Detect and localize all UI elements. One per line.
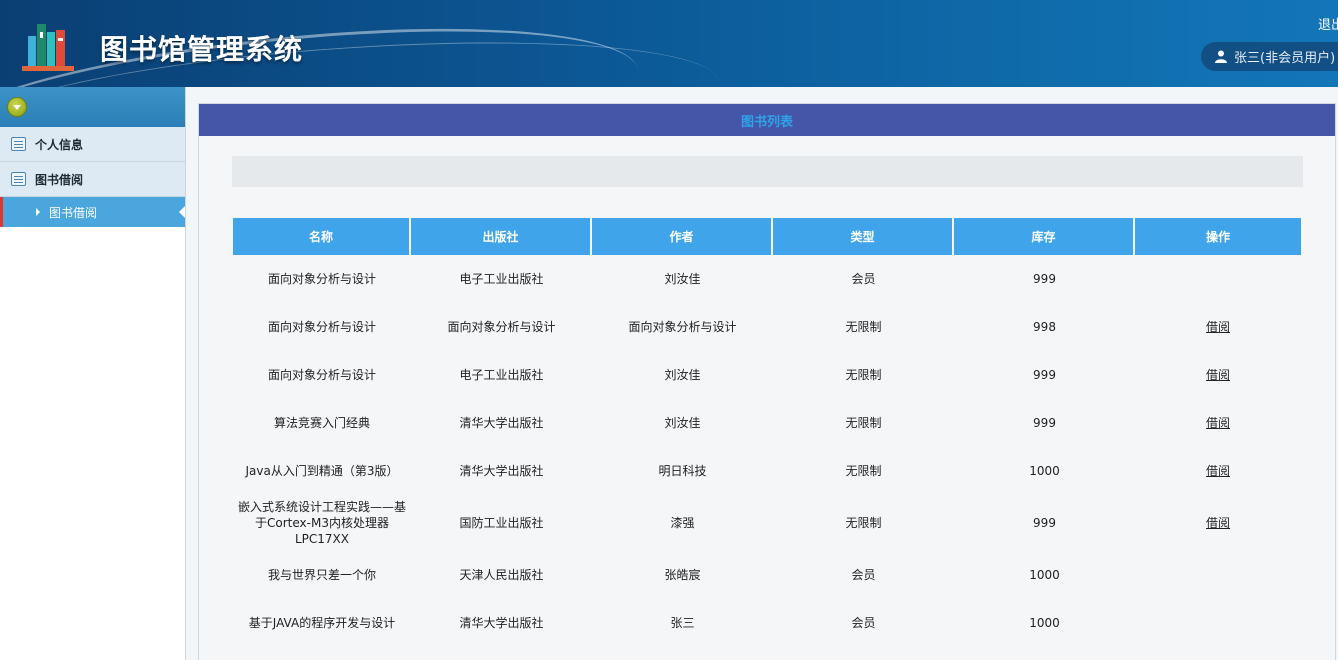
cell-action: 借阅 bbox=[1135, 303, 1301, 351]
caret-right-icon bbox=[36, 208, 40, 216]
cell-name: 面向对象分析与设计 bbox=[267, 320, 376, 334]
cell-action: 借阅 bbox=[1135, 447, 1301, 495]
sidebar-item-book-borrow[interactable]: 图书借阅 bbox=[0, 162, 185, 197]
cell-type: 无限制 bbox=[845, 320, 882, 334]
table-row: 我与世界只差一个你 天津人民出版社 张皓宸 会员 1000 bbox=[233, 551, 1301, 599]
books-logo-icon bbox=[22, 24, 74, 71]
column-header-action: 操作 bbox=[1135, 218, 1301, 255]
table-row: 面向对象分析与设计 电子工业出版社 刘汝佳 会员 999 bbox=[233, 255, 1301, 303]
table-row: 面向对象分析与设计 电子工业出版社 刘汝佳 无限制 999 借阅 bbox=[233, 351, 1301, 399]
borrow-link[interactable]: 借阅 bbox=[1206, 516, 1230, 530]
cell-action: 借阅 bbox=[1135, 495, 1301, 551]
cell-name: Java从入门到精通（第3版） bbox=[245, 464, 399, 478]
column-header-stock: 库存 bbox=[954, 218, 1135, 255]
sidebar-item-label: 图书借阅 bbox=[35, 172, 84, 187]
sidebar-item-personal-info[interactable]: 个人信息 bbox=[0, 127, 185, 162]
list-icon bbox=[11, 172, 26, 186]
app-header: 图书馆管理系统 退出 张三(非会员用户) bbox=[0, 0, 1338, 87]
sidebar-item-label: 个人信息 bbox=[35, 137, 84, 152]
borrow-link[interactable]: 借阅 bbox=[1206, 320, 1230, 334]
current-user-badge[interactable]: 张三(非会员用户) bbox=[1201, 42, 1338, 71]
cell-name: 面向对象分析与设计 bbox=[267, 368, 376, 382]
search-bar[interactable] bbox=[232, 156, 1303, 187]
cell-type: 会员 bbox=[851, 616, 876, 630]
chevron-down-icon[interactable] bbox=[7, 97, 27, 117]
cell-action bbox=[1135, 599, 1301, 647]
borrow-link[interactable]: 借阅 bbox=[1206, 416, 1230, 430]
cell-type: 会员 bbox=[851, 272, 876, 286]
table-row: 面向对象分析与设计 面向对象分析与设计 面向对象分析与设计 无限制 998 借阅 bbox=[233, 303, 1301, 351]
table-row: 嵌入式系统设计工程实践——基于Cortex-M3内核处理器LPC17XX 国防工… bbox=[233, 495, 1301, 551]
sidebar-subitem-book-borrow[interactable]: 图书借阅 bbox=[0, 197, 185, 227]
cell-author: 刘汝佳 bbox=[664, 416, 701, 430]
cell-publisher: 天津人民出版社 bbox=[459, 568, 544, 582]
list-icon bbox=[11, 137, 26, 151]
cell-action bbox=[1135, 551, 1301, 599]
column-header-type: 类型 bbox=[773, 218, 954, 255]
cell-action: 借阅 bbox=[1135, 399, 1301, 447]
cell-stock: 999 bbox=[1033, 416, 1056, 430]
table-row: 算法竞赛入门经典 清华大学出版社 刘汝佳 无限制 999 借阅 bbox=[233, 399, 1301, 447]
sidebar-header bbox=[0, 87, 185, 127]
cell-stock: 1000 bbox=[1029, 616, 1060, 630]
cell-action: 借阅 bbox=[1135, 351, 1301, 399]
cell-author: 刘汝佳 bbox=[664, 368, 701, 382]
cell-type: 无限制 bbox=[845, 464, 882, 478]
panel-title: 图书列表 bbox=[199, 104, 1335, 136]
table-row: 基于JAVA的程序开发与设计 清华大学出版社 张三 会员 1000 bbox=[233, 599, 1301, 647]
cell-publisher: 清华大学出版社 bbox=[459, 416, 544, 430]
column-header-author: 作者 bbox=[592, 218, 773, 255]
table-row: Java从入门到精通（第3版） 清华大学出版社 明日科技 无限制 1000 借阅 bbox=[233, 447, 1301, 495]
cell-author: 明日科技 bbox=[658, 464, 707, 478]
cell-stock: 1000 bbox=[1029, 568, 1060, 582]
cell-publisher: 清华大学出版社 bbox=[459, 616, 544, 630]
current-user-label: 张三(非会员用户) bbox=[1234, 51, 1336, 66]
cell-action bbox=[1135, 255, 1301, 303]
cell-type: 无限制 bbox=[845, 368, 882, 382]
cell-type: 无限制 bbox=[845, 416, 882, 430]
cell-name: 嵌入式系统设计工程实践——基于Cortex-M3内核处理器LPC17XX bbox=[237, 500, 406, 546]
cell-author: 张三 bbox=[670, 616, 695, 630]
column-header-name: 名称 bbox=[233, 218, 411, 255]
sidebar: 个人信息 图书借阅 图书借阅 bbox=[0, 87, 186, 660]
cell-name: 基于JAVA的程序开发与设计 bbox=[248, 616, 396, 630]
cell-name: 我与世界只差一个你 bbox=[267, 568, 376, 582]
cell-stock: 1000 bbox=[1029, 464, 1060, 478]
borrow-link[interactable]: 借阅 bbox=[1206, 368, 1230, 382]
cell-stock: 999 bbox=[1033, 368, 1056, 382]
active-indicator bbox=[179, 206, 185, 218]
user-icon bbox=[1215, 50, 1227, 63]
book-table: 名称 出版社 作者 类型 库存 操作 面向对象分析与设计 电子工业出版社 刘汝佳… bbox=[233, 218, 1301, 647]
borrow-link[interactable]: 借阅 bbox=[1206, 464, 1230, 478]
app-title: 图书馆管理系统 bbox=[100, 33, 304, 66]
cell-publisher: 电子工业出版社 bbox=[459, 368, 544, 382]
cell-stock: 999 bbox=[1033, 272, 1056, 286]
cell-author: 刘汝佳 bbox=[664, 272, 701, 286]
column-header-publisher: 出版社 bbox=[411, 218, 592, 255]
cell-stock: 998 bbox=[1033, 320, 1056, 334]
logout-link[interactable]: 退出 bbox=[1318, 14, 1338, 33]
cell-publisher: 清华大学出版社 bbox=[459, 464, 544, 478]
cell-publisher: 面向对象分析与设计 bbox=[447, 320, 556, 334]
cell-type: 无限制 bbox=[845, 516, 882, 530]
cell-name: 算法竞赛入门经典 bbox=[273, 416, 370, 430]
table-header-row: 名称 出版社 作者 类型 库存 操作 bbox=[233, 218, 1301, 255]
cell-publisher: 电子工业出版社 bbox=[459, 272, 544, 286]
cell-author: 张皓宸 bbox=[664, 568, 701, 582]
book-list-panel: 图书列表 名称 出版社 作者 类型 库存 操作 面向对象分析与设计 电子工业出版… bbox=[198, 103, 1336, 660]
cell-publisher: 国防工业出版社 bbox=[459, 516, 544, 530]
cell-stock: 999 bbox=[1033, 516, 1056, 530]
cell-author: 面向对象分析与设计 bbox=[628, 320, 737, 334]
cell-author: 漆强 bbox=[670, 516, 695, 530]
cell-type: 会员 bbox=[851, 568, 876, 582]
sidebar-subitem-label: 图书借阅 bbox=[49, 205, 98, 220]
cell-name: 面向对象分析与设计 bbox=[267, 272, 376, 286]
